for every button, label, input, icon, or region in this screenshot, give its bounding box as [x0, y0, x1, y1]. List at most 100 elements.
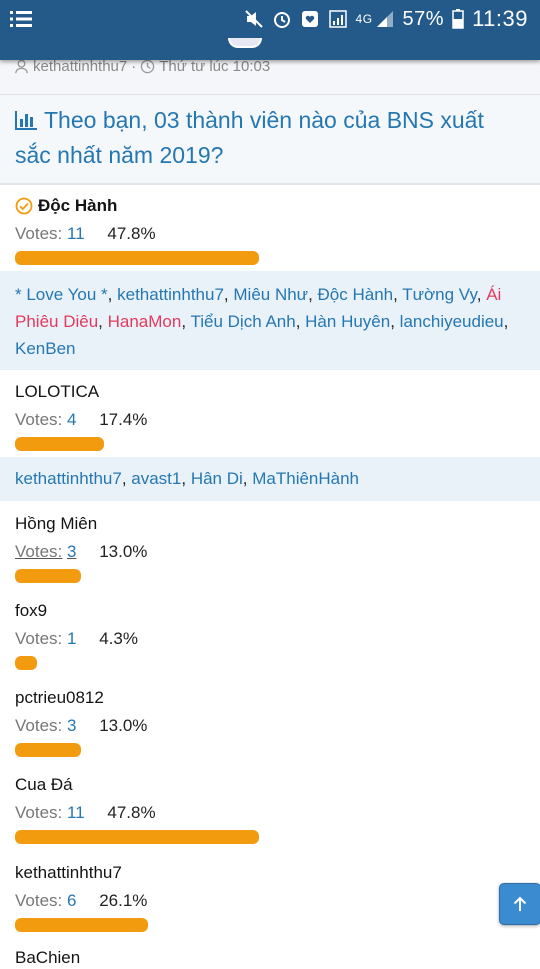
- check-circle-icon: [15, 197, 33, 215]
- vote-percent: 26.1%: [99, 891, 148, 910]
- clock-icon: [141, 59, 155, 74]
- voter-separator: ,: [390, 312, 400, 331]
- menu-icon[interactable]: [10, 10, 32, 28]
- voters-list: kethattinhthu7, avast1, Hân Di, MaThiênH…: [0, 457, 540, 501]
- vote-bar: [15, 743, 525, 757]
- poll-option[interactable]: pctrieu0812 Votes: 3 13.0%: [15, 687, 525, 757]
- vote-percent: 4.3%: [99, 629, 138, 648]
- option-name: fox9: [15, 601, 48, 620]
- option-name: pctrieu0812: [15, 688, 104, 707]
- avatar[interactable]: [228, 38, 262, 48]
- voter-link[interactable]: MaThiênHành: [252, 469, 359, 488]
- voter-separator: ,: [393, 285, 403, 304]
- poll-option[interactable]: LOLOTICA Votes: 4 17.4%: [15, 381, 525, 451]
- signal-icon: [328, 10, 347, 28]
- vote-bar: [15, 656, 525, 670]
- voter-separator: ,: [107, 285, 118, 304]
- vote-bar-fill: [15, 569, 81, 583]
- vote-bar: [15, 830, 525, 844]
- voter-link[interactable]: lanchiyeudieu: [400, 312, 504, 331]
- post-time: Thứ tư lúc 10:03: [159, 58, 271, 75]
- option-name: kethattinhthu7: [15, 863, 122, 882]
- voter-separator: ,: [223, 285, 234, 304]
- alarm-icon: [273, 12, 290, 28]
- author-link[interactable]: kethattinhthu7: [33, 58, 127, 75]
- votes-count[interactable]: 11: [67, 224, 85, 243]
- battery-icon: [452, 9, 464, 29]
- vote-bar-fill: [15, 251, 259, 265]
- vote-bar: [15, 569, 525, 583]
- voter-link[interactable]: Hân Di: [191, 469, 243, 488]
- poll-option[interactable]: Độc Hành Votes: 11 47.8%: [15, 195, 525, 265]
- voter-link[interactable]: kethattinhthu7: [117, 285, 224, 304]
- option-name: Cua Đá: [15, 775, 73, 794]
- meta-separator: ·: [131, 58, 137, 75]
- option-name: Độc Hành: [38, 196, 118, 215]
- voter-link[interactable]: HanaMon: [108, 312, 182, 331]
- votes-count[interactable]: 1: [67, 629, 76, 648]
- vote-bar-fill: [15, 437, 104, 451]
- votes-label[interactable]: Votes:: [15, 542, 62, 561]
- voter-link[interactable]: * Love You *: [15, 285, 108, 304]
- vote-percent: 17.4%: [99, 410, 148, 429]
- poll-option[interactable]: fox9 Votes: 1 4.3%: [15, 600, 525, 670]
- voters-list: * Love You *, kethattinhthu7, Miêu Như, …: [0, 271, 540, 370]
- poll-question-text: Theo bạn, 03 thành viên nào của BNS xuất…: [15, 107, 484, 168]
- voter-link[interactable]: Tiểu Dịch Anh: [190, 312, 295, 331]
- voters-list-text: * Love You *, kethattinhthu7, Miêu Như, …: [0, 271, 540, 362]
- voter-link[interactable]: avast1: [131, 469, 181, 488]
- vote-percent: 47.8%: [107, 224, 156, 243]
- voter-link[interactable]: KenBen: [15, 339, 76, 358]
- scroll-to-top-button[interactable]: [499, 883, 540, 925]
- votes-count[interactable]: 6: [67, 891, 76, 910]
- poll-option[interactable]: Hồng Miên Votes: 3 13.0%: [15, 513, 525, 583]
- voter-separator: ,: [295, 312, 306, 331]
- bar-chart-icon: [15, 111, 37, 130]
- votes-label: Votes:: [15, 891, 63, 910]
- voter-link[interactable]: Độc Hành: [318, 285, 394, 304]
- option-name: LOLOTICA: [15, 382, 100, 401]
- votes-label: Votes:: [15, 629, 63, 648]
- voter-link[interactable]: Tường Vy: [402, 285, 477, 304]
- vote-percent: 47.8%: [107, 803, 156, 822]
- user-icon: [15, 59, 28, 74]
- poll-question: Theo bạn, 03 thành viên nào của BNS xuất…: [15, 103, 520, 173]
- voters-list-text: kethattinhthu7, avast1, Hân Di, MaThiênH…: [0, 457, 540, 492]
- voter-separator: ,: [181, 469, 191, 488]
- heart-shield-icon: [301, 11, 318, 27]
- voter-link[interactable]: Hàn Huyên: [305, 312, 390, 331]
- poll-option[interactable]: kethattinhthu7 Votes: 6 26.1%: [15, 862, 525, 932]
- vote-bar-fill: [15, 743, 81, 757]
- clock-time: 11:39: [472, 6, 528, 31]
- voter-separator: ,: [503, 312, 509, 331]
- vote-bar-fill: [15, 656, 37, 670]
- option-name: BaChien: [15, 948, 81, 967]
- votes-count[interactable]: 11: [67, 803, 85, 822]
- network-type: 4G: [355, 12, 373, 26]
- votes-label: Votes:: [15, 410, 63, 429]
- votes-count[interactable]: 3: [67, 542, 76, 561]
- voter-separator: ,: [308, 285, 318, 304]
- votes-count[interactable]: 3: [67, 716, 76, 735]
- voter-separator: ,: [242, 469, 253, 488]
- vote-bar: [15, 918, 525, 932]
- poll-question-block: Theo bạn, 03 thành viên nào của BNS xuất…: [0, 95, 540, 185]
- votes-label: Votes:: [15, 803, 63, 822]
- battery-percent: 57%: [402, 7, 445, 30]
- vote-bar-fill: [15, 918, 148, 932]
- voter-link[interactable]: Miêu Như: [233, 285, 308, 304]
- votes-label: Votes:: [15, 224, 63, 243]
- votes-count[interactable]: 4: [67, 410, 76, 429]
- vote-percent: 13.0%: [99, 716, 148, 735]
- voter-separator: ,: [476, 285, 487, 304]
- vote-percent: 13.0%: [99, 542, 148, 561]
- voter-link[interactable]: kethattinhthu7: [15, 469, 122, 488]
- cell-signal-icon: [376, 11, 393, 27]
- votes-label: Votes:: [15, 716, 63, 735]
- option-name: Hồng Miên: [15, 514, 98, 533]
- voter-separator: ,: [98, 312, 108, 331]
- poll-option[interactable]: Cua Đá Votes: 11 47.8%: [15, 774, 525, 844]
- mute-icon: [244, 10, 263, 28]
- poll-option[interactable]: BaChien: [15, 947, 525, 969]
- voter-separator: ,: [121, 469, 132, 488]
